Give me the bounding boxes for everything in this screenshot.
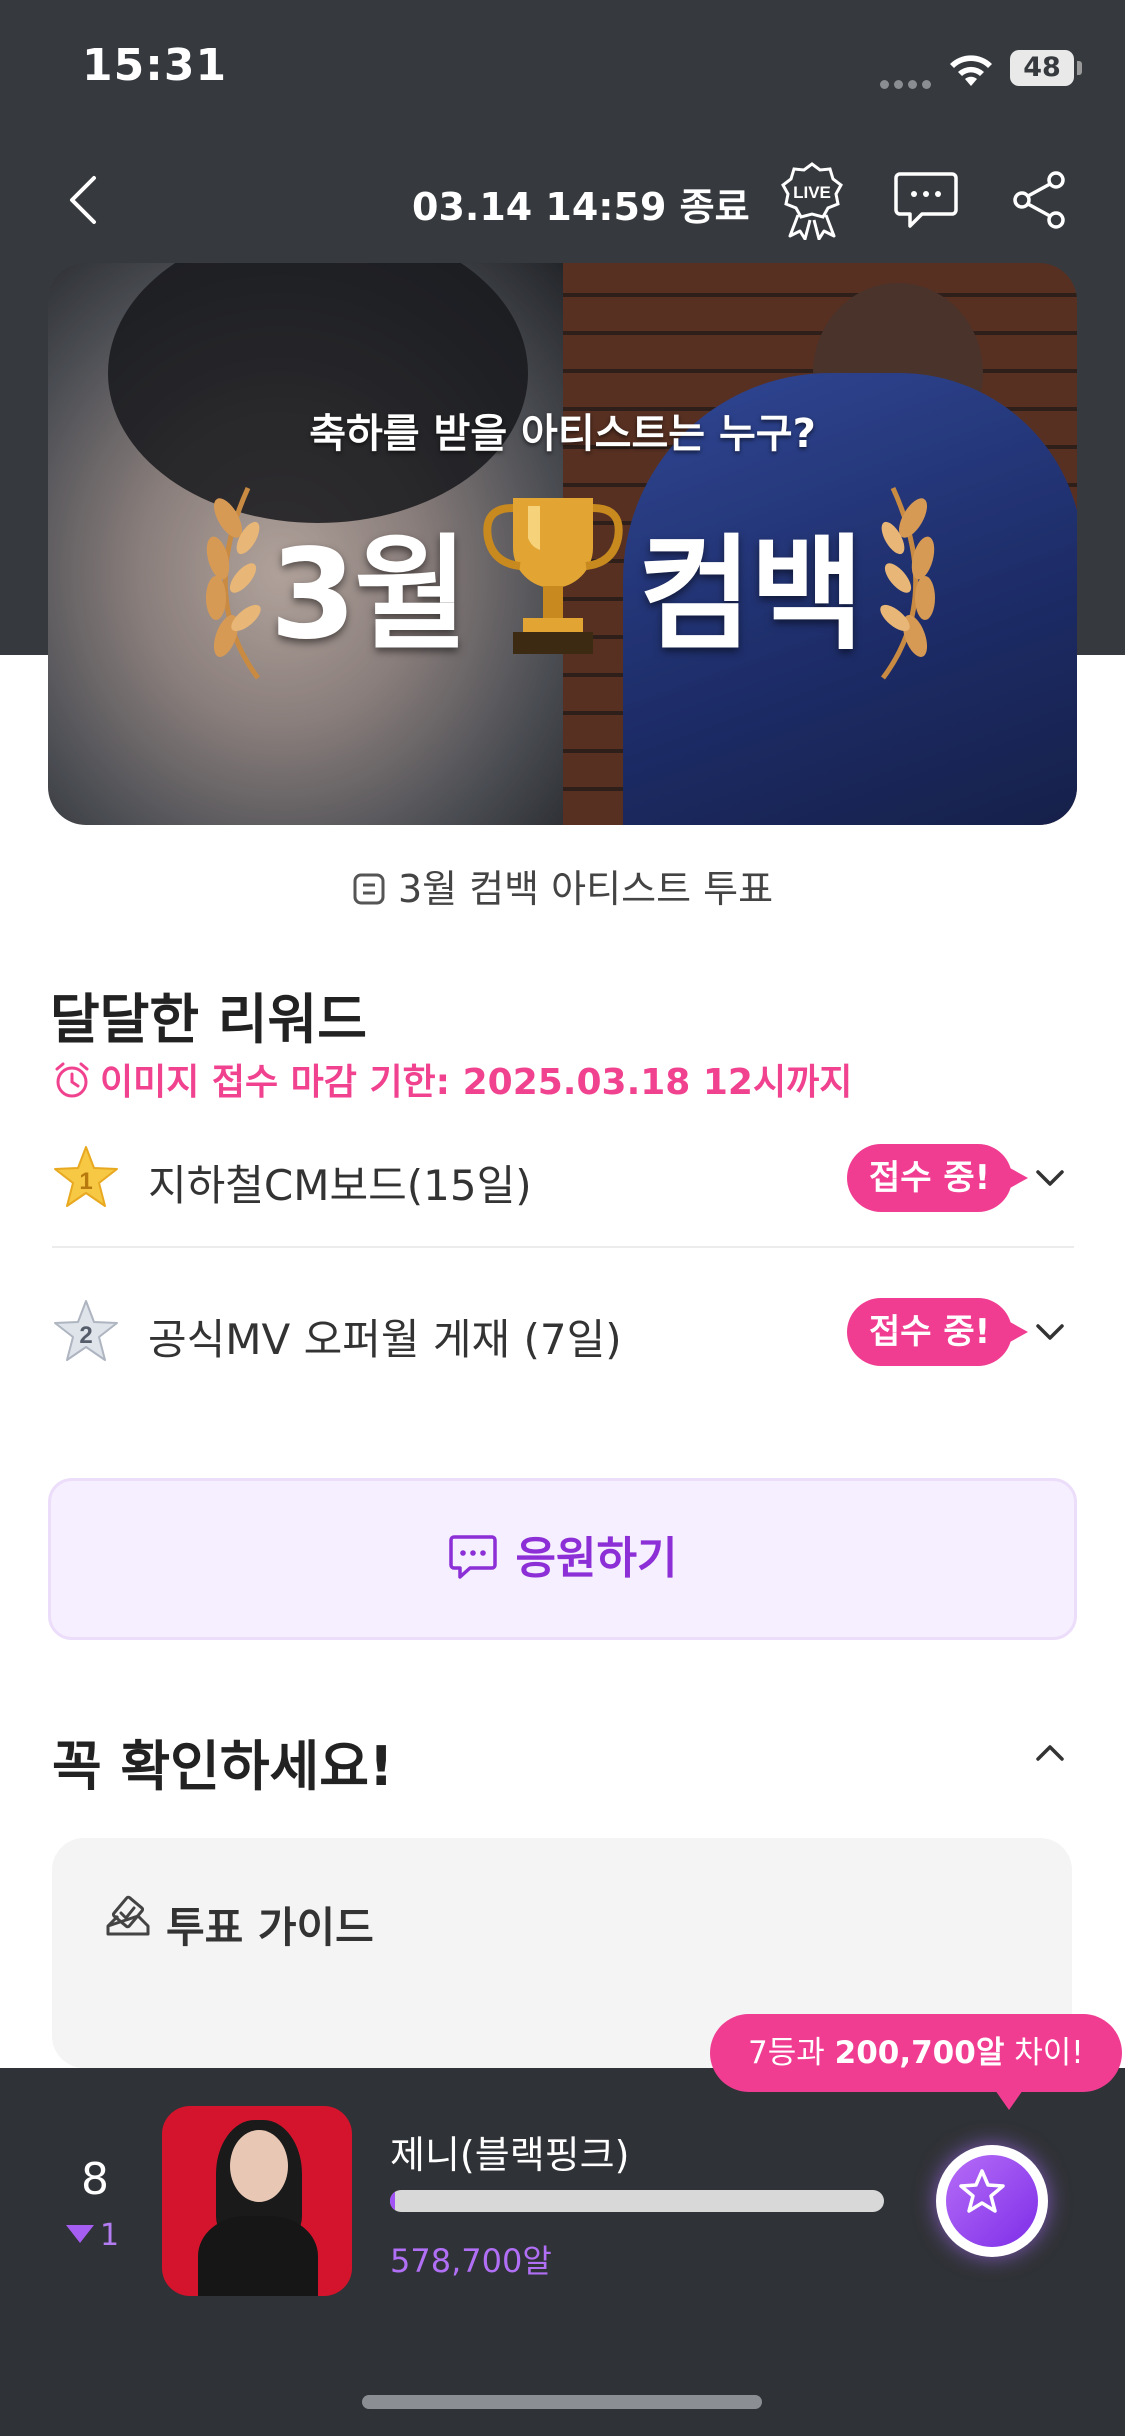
chevron-down-icon[interactable] (1032, 1160, 1068, 1196)
reward-item[interactable]: 1 지하철CM보드(15일) 접수 중! (52, 1108, 1074, 1248)
svg-text:LIVE: LIVE (793, 183, 831, 202)
cheer-button[interactable]: 응원하기 (48, 1478, 1077, 1640)
share-icon[interactable] (1010, 170, 1070, 230)
vote-end-time: 03.14 14:59 종료 (412, 185, 750, 229)
battery-tip (1077, 61, 1082, 75)
star-icon (959, 2169, 1005, 2213)
battery-indicator: 48 (1010, 50, 1074, 86)
chevron-up-icon[interactable] (1032, 1735, 1068, 1771)
vote-button[interactable] (936, 2145, 1048, 2257)
notice-title: 꼭 확인하세요! (52, 1735, 394, 1798)
silver-star-icon: 2 (54, 1300, 118, 1361)
laurel-icon (880, 486, 935, 680)
deadline-text: 이미지 접수 마감 기한: 2025.03.18 12시까지 (52, 1053, 852, 1105)
status-badge: 접수 중! (847, 1298, 1029, 1366)
cellular-signal-icon (880, 74, 936, 93)
banner-title-right: 컴백 (638, 523, 864, 667)
artist-avatar[interactable] (162, 2106, 352, 2296)
home-indicator (362, 2395, 762, 2409)
status-badge: 접수 중! (847, 1144, 1029, 1212)
back-icon[interactable] (60, 170, 110, 230)
svg-text:1: 1 (79, 1168, 92, 1195)
chat-icon[interactable] (892, 168, 960, 232)
ballot-check-icon (106, 1895, 150, 1936)
cheer-label: 응원하기 (515, 1533, 678, 1584)
vote-link[interactable]: 3월 컴백 아티스트 투표 (0, 858, 1125, 913)
wifi-icon (950, 55, 992, 86)
chevron-down-icon[interactable] (1032, 1314, 1068, 1350)
vote-progress-bar (390, 2190, 884, 2212)
nav-bar: 03.14 14:59 종료 LIVE (0, 150, 1125, 250)
live-icon[interactable]: LIVE (778, 160, 846, 240)
status-time: 15:31 (82, 40, 228, 91)
gold-star-icon: 1 (54, 1146, 118, 1207)
trophy-icon (483, 498, 623, 654)
reward-label: 공식MV 오퍼월 게재 (7일) (148, 1315, 622, 1364)
banner-subtitle: 축하를 받을 아티스트는 누구? (309, 411, 816, 457)
reward-label: 지하철CM보드(15일) (148, 1161, 532, 1210)
current-rank: 8 (81, 2154, 109, 2205)
vote-link-label: 3월 컴백 아티스트 투표 (397, 867, 774, 911)
laurel-icon (206, 486, 261, 680)
event-banner[interactable]: 축하를 받을 아티스트는 누구? 3월 컴백 (48, 263, 1077, 825)
rewards-title: 달달한 리워드 (50, 988, 367, 1051)
reward-item[interactable]: 2 공식MV 오퍼월 게재 (7일) 접수 중! (52, 1262, 1074, 1402)
svg-text:2: 2 (79, 1322, 92, 1349)
artist-vote-count: 578,700알 (390, 2242, 552, 2280)
guide-title: 투표 가이드 (166, 1903, 374, 1952)
chat-bubble-icon (448, 1535, 497, 1579)
artist-name: 제니(블랙핑크) (390, 2133, 630, 2177)
document-icon (353, 873, 385, 904)
status-bar: 15:31 48 (0, 0, 1125, 140)
rank-down-icon (66, 2224, 94, 2243)
alarm-clock-icon (55, 1062, 89, 1098)
banner-title-left: 3월 (270, 523, 468, 667)
gap-tooltip: 7등과 200,700알 차이! (710, 2014, 1122, 2110)
rank-change: 1 (66, 2218, 119, 2253)
